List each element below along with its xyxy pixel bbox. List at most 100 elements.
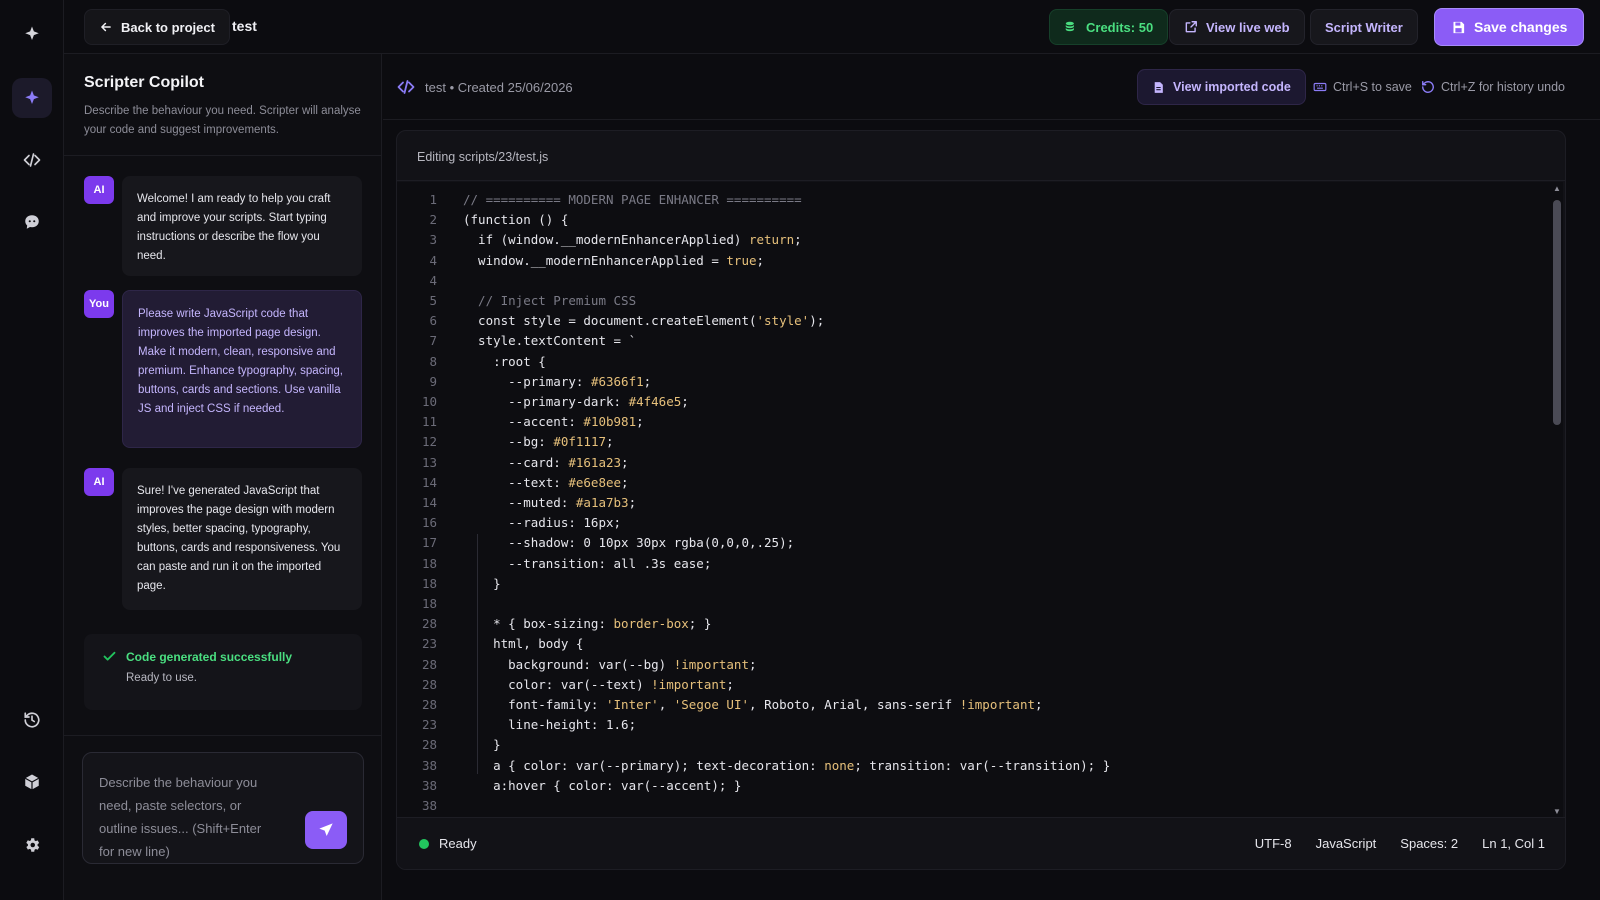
line-text: --muted: #a1a7b3; [463, 495, 637, 510]
code-line[interactable]: 2 (function () { [397, 210, 1547, 230]
code-line[interactable]: 17 --shadow: 0 10px 30px rgba(0,0,0,.25)… [397, 533, 1547, 553]
code-line[interactable]: 14 --muted: #a1a7b3; [397, 493, 1547, 513]
save-changes-button[interactable]: Save changes [1434, 8, 1585, 46]
code-line[interactable]: 10 --primary-dark: #4f46e5; [397, 392, 1547, 412]
code-icon[interactable] [12, 140, 52, 180]
line-number: 3 [429, 232, 437, 248]
view-imported-code-button[interactable]: View imported code [1137, 69, 1306, 105]
line-text: --shadow: 0 10px 30px rgba(0,0,0,.25); [463, 535, 795, 551]
code-line[interactable]: 18 [397, 594, 1547, 614]
line-number: 5 [429, 293, 437, 308]
language-label[interactable]: JavaScript [1316, 836, 1377, 851]
line-number: 1 [429, 192, 437, 207]
ai-avatar: AI [84, 176, 114, 204]
chat-message-user: You Please write JavaScript code that im… [84, 290, 362, 450]
code-line[interactable]: 28 * { box-sizing: border-box; } [397, 614, 1547, 634]
code-line[interactable]: 28 } [397, 735, 1547, 755]
line-number: 13 [421, 454, 437, 470]
external-link-icon [1185, 21, 1197, 33]
code-line[interactable]: 5 // Inject Premium CSS [397, 291, 1547, 311]
success-title-row: Code generated successfully [102, 650, 344, 664]
save-shortcut-hint: Ctrl+S to save [1313, 80, 1412, 94]
copilot-panel: Scripter Copilot Describe the behaviour … [64, 54, 382, 900]
code-line[interactable]: 9 --primary: #6366f1; [397, 372, 1547, 392]
line-number: 17 [421, 535, 437, 551]
code-line[interactable]: 28 background: var(--bg) !important; [397, 655, 1547, 675]
line-text: :root { [463, 353, 546, 369]
code-area[interactable]: 1 // ========== MODERN PAGE ENHANCER ====… [397, 182, 1552, 819]
settings-icon[interactable] [12, 825, 52, 865]
project-name: test [232, 18, 257, 34]
send-button[interactable] [305, 811, 347, 849]
line-number: 14 [421, 474, 437, 490]
line-text: --bg: #0f1117; [463, 434, 614, 450]
logo-icon[interactable] [12, 14, 52, 54]
line-number: 2 [429, 212, 437, 228]
code-line[interactable]: 38 [397, 796, 1547, 816]
scroll-up-arrow[interactable]: ▲ [1553, 184, 1561, 194]
code-line[interactable]: 14 --text: #e6e8ee; [397, 473, 1547, 493]
copilot-input[interactable] [83, 753, 293, 863]
view-live-label: View live web [1206, 19, 1290, 35]
code-line[interactable]: 11 --accent: #10b981; [397, 412, 1547, 432]
code-line[interactable]: 28 color: var(--text) !important; [397, 675, 1547, 695]
scroll-down-arrow[interactable]: ▼ [1553, 807, 1561, 817]
line-text: --text: #e6e8ee; [463, 474, 629, 490]
code-line[interactable]: 23 line-height: 1.6; [397, 715, 1547, 735]
code-line[interactable]: 8 :root { [397, 352, 1547, 372]
copilot-icon[interactable] [12, 78, 52, 118]
code-line[interactable]: 1 // ========== MODERN PAGE ENHANCER ====… [397, 190, 1547, 210]
save-label: Save changes [1474, 19, 1568, 35]
status-info: UTF-8 JavaScript Spaces: 2 Ln 1, Col 1 [1255, 836, 1545, 851]
scrollbar-thumb[interactable] [1553, 200, 1561, 425]
file-info: test • Created 25/06/2026 [397, 78, 573, 96]
encoding-label[interactable]: UTF-8 [1255, 836, 1292, 851]
line-number: 28 [421, 737, 437, 753]
credits-badge[interactable]: Credits: 50 [1049, 9, 1169, 45]
code-line[interactable]: 16 --radius: 16px; [397, 513, 1547, 533]
code-line[interactable]: 7 style.textContent = ` [397, 331, 1547, 351]
code-line[interactable]: 38 a { color: var(--primary); text-decor… [397, 756, 1547, 776]
user-avatar: You [84, 290, 114, 318]
line-text: if (window.__modernEnhancerApplied) retu… [463, 232, 802, 248]
code-line[interactable]: 38 a:hover { color: var(--accent); } [397, 776, 1547, 796]
spaces-label[interactable]: Spaces: 2 [1400, 836, 1458, 851]
line-number: 8 [429, 353, 437, 369]
script-writer-button[interactable]: Script Writer [1310, 9, 1418, 45]
code-editor: Editing scripts/23/test.js 1 // =========… [396, 130, 1566, 870]
code-line[interactable]: 3 if (window.__modernEnhancerApplied) re… [397, 230, 1547, 250]
code-line[interactable]: 18 --transition: all .3s ease; [397, 554, 1547, 574]
cursor-position[interactable]: Ln 1, Col 1 [1482, 836, 1545, 851]
code-line[interactable]: 12 --bg: #0f1117; [397, 432, 1547, 452]
editor-scrollbar[interactable]: ▲ ▼ [1551, 182, 1563, 819]
line-text: --primary-dark: #4f46e5; [463, 394, 689, 409]
package-icon[interactable] [12, 762, 52, 802]
back-label: Back to project [121, 19, 215, 35]
line-number: 7 [429, 333, 437, 349]
line-number: 6 [429, 313, 437, 329]
view-live-web-button[interactable]: View live web [1169, 9, 1305, 45]
code-line[interactable]: 6 const style = document.createElement('… [397, 311, 1547, 331]
chat-icon[interactable] [12, 202, 52, 242]
line-text: a:hover { color: var(--accent); } [463, 777, 742, 793]
code-line[interactable]: 23 html, body { [397, 634, 1547, 654]
line-text: } [463, 575, 501, 591]
code-line[interactable]: 18 } [397, 574, 1547, 594]
code-line[interactable]: 4 [397, 271, 1547, 291]
history-icon[interactable] [12, 700, 52, 740]
line-number: 23 [421, 636, 437, 652]
status-dot [419, 838, 429, 849]
line-number: 10 [421, 394, 437, 409]
success-notice: Code generated successfully Ready to use… [84, 634, 362, 710]
line-number: 12 [421, 434, 437, 450]
code-line[interactable]: 28 font-family: 'Inter', 'Segoe UI', Rob… [397, 695, 1547, 715]
line-number: 18 [421, 575, 437, 591]
file-meta: test • Created 25/06/2026 [425, 79, 573, 95]
code-line[interactable]: 4 window.__modernEnhancerApplied = true; [397, 251, 1547, 271]
back-to-project-button[interactable]: Back to project [84, 9, 230, 45]
code-line[interactable]: 13 --card: #161a23; [397, 453, 1547, 473]
send-icon [319, 823, 333, 836]
line-text: a { color: var(--primary); text-decorati… [463, 757, 1111, 773]
keyboard-icon [1313, 82, 1327, 92]
line-number: 18 [421, 555, 437, 571]
